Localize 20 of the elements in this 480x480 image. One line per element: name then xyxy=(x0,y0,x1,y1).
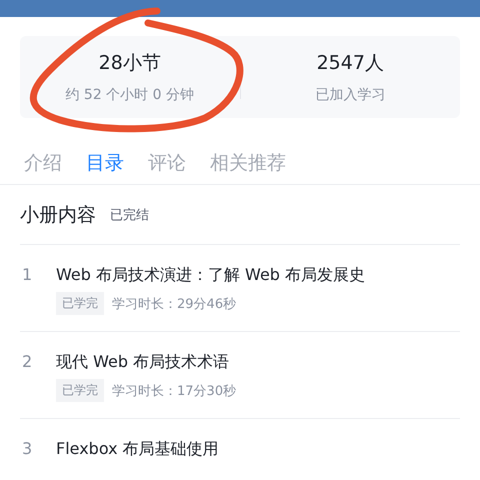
completed-badge: 已学完 xyxy=(56,292,104,315)
study-duration: 学习时长：17分30秒 xyxy=(112,382,236,400)
chapter-number: 3 xyxy=(21,439,34,460)
chapter-title[interactable]: Web 布局技术演进：了解 Web 布局发展史 xyxy=(56,265,366,286)
completed-badge: 已学完 xyxy=(56,379,104,402)
chapter-title[interactable]: Flexbox 布局基础使用 xyxy=(56,439,219,460)
tab[interactable]: 介绍 xyxy=(24,150,62,176)
tab[interactable]: 目录 xyxy=(86,150,124,176)
chapter-number: 1 xyxy=(21,265,34,286)
tab[interactable]: 评论 xyxy=(148,150,186,176)
stat-label: 已加入学习 xyxy=(315,86,386,104)
stat-label: 约 52 个小时 0 分钟 xyxy=(65,86,194,104)
chapter-number: 2 xyxy=(21,352,34,373)
tab[interactable]: 相关推荐 xyxy=(210,150,286,176)
study-duration: 学习时长：29分46秒 xyxy=(112,296,236,312)
chapter-title[interactable]: 现代 Web 布局技术术语 xyxy=(56,352,236,373)
stat-value: 2547人 xyxy=(316,51,384,76)
status-label: 已完结 xyxy=(110,206,149,224)
stat-value: 28小节 xyxy=(98,51,161,76)
section-title: 小册内容 xyxy=(20,202,96,228)
